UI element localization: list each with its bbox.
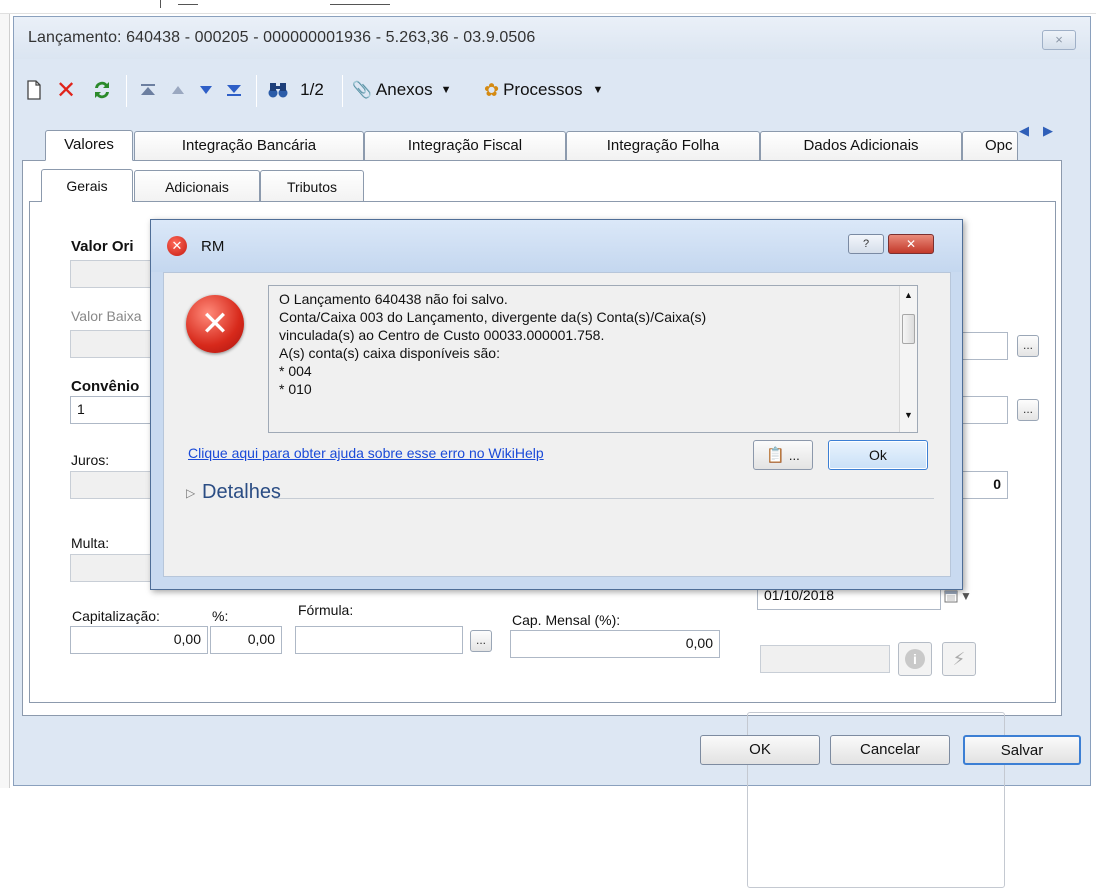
tab-scroll-arrows: ◀ ▶ (1013, 118, 1059, 144)
tab-dados-adicionais[interactable]: Dados Adicionais (760, 131, 962, 161)
record-page-indicator: 1/2 (300, 80, 324, 99)
formula-lookup-button[interactable]: ... (470, 630, 492, 652)
details-expander[interactable]: Detalhes (202, 481, 281, 504)
right-field-2-lookup-button[interactable]: ... (1017, 399, 1039, 421)
capitalizacao-label: Capitalização: (72, 608, 160, 624)
info-icon: i (905, 649, 925, 669)
binoculars-icon[interactable] (266, 77, 290, 103)
percent-field[interactable]: 0,00 (210, 626, 282, 654)
subtab-gerais[interactable]: Gerais (41, 169, 133, 202)
error-dialog: ✕ RM ? ✕ ✕ O Lançamento 640438 não foi s… (150, 219, 963, 590)
convenio-label: Convênio (71, 378, 140, 395)
message-line: vinculada(s) ao Centro de Custo 00033.00… (279, 327, 605, 343)
tab-integracao-bancaria[interactable]: Integração Bancária (134, 131, 364, 161)
valor-original-label: Valor Ori (71, 238, 134, 255)
message-line: A(s) conta(s) caixa disponíveis são: (279, 345, 500, 361)
gear-process-icon: ✿ (484, 79, 500, 100)
expand-arrow-icon[interactable]: ▷ (186, 486, 195, 500)
message-line: * 004 (279, 363, 312, 379)
message-line: Conta/Caixa 003 do Lançamento, divergent… (279, 309, 707, 325)
right-field-1-lookup-button[interactable]: ... (1017, 335, 1039, 357)
cap-mensal-label: Cap. Mensal (%): (512, 612, 621, 628)
formula-label: Fórmula: (298, 602, 354, 618)
scroll-thumb[interactable] (902, 314, 915, 344)
copy-details-button[interactable]: 📋 ... (753, 440, 813, 470)
message-line: O Lançamento 640438 não foi salvo. (279, 291, 508, 307)
scroll-down-icon[interactable]: ▼ (904, 410, 913, 420)
error-icon: ✕ (186, 295, 244, 353)
delete-icon[interactable]: ✕ (54, 77, 78, 104)
window-title: Lançamento: 640438 - 000205 - 0000000019… (28, 29, 536, 46)
chevron-down-icon: ▼ (440, 84, 452, 96)
dialog-titlebar: ✕ RM ? ✕ (151, 220, 962, 272)
tab-integracao-folha[interactable]: Integração Folha (566, 131, 760, 161)
processes-label: Processos (503, 80, 583, 99)
juros-label: Juros: (71, 452, 110, 468)
attachments-label: Anexos (375, 80, 433, 99)
background-edge (0, 0, 10, 788)
window-close-button[interactable]: × (1042, 30, 1076, 50)
cancel-button[interactable]: Cancelar (830, 735, 950, 765)
copy-details-label: ... (788, 447, 800, 463)
save-button[interactable]: Salvar (963, 735, 1081, 765)
wikihelp-link[interactable]: Clique aqui para obter ajuda sobre esse … (188, 445, 544, 461)
multa-label: Multa: (71, 535, 110, 551)
chevron-down-icon: ▼ (960, 589, 972, 603)
details-divider (274, 498, 934, 499)
tab-opcoes[interactable]: Opc (962, 131, 1018, 161)
error-small-icon: ✕ (167, 236, 187, 256)
message-line: * 010 (279, 381, 312, 397)
last-record-icon[interactable] (222, 77, 246, 103)
tab-integracao-fiscal[interactable]: Integração Fiscal (364, 131, 566, 161)
tab-valores[interactable]: Valores (45, 130, 133, 161)
info-button[interactable]: i (898, 642, 932, 676)
percent-label: %: (212, 608, 229, 624)
cap-mensal-field[interactable]: 0,00 (510, 630, 720, 658)
background-window-strip (0, 0, 1096, 14)
dialog-help-button[interactable]: ? (848, 234, 884, 254)
subtab-adicionais[interactable]: Adicionais (134, 170, 260, 202)
previous-record-icon[interactable] (166, 77, 190, 103)
ok-button[interactable]: OK (700, 735, 820, 765)
capitalizacao-field[interactable]: 0,00 (70, 626, 208, 654)
next-record-icon[interactable] (194, 77, 218, 103)
dialog-title: RM (201, 238, 225, 255)
formula-field[interactable] (295, 626, 463, 654)
arrow-left-icon[interactable]: ◀ (1015, 122, 1033, 140)
window-titlebar: Lançamento: 640438 - 000205 - 0000000019… (14, 17, 1090, 59)
clipboard-icon: 📋 (766, 447, 785, 464)
readonly-field[interactable] (760, 645, 890, 673)
new-document-icon[interactable] (22, 77, 46, 103)
valor-baixa-label: Valor Baixa (71, 308, 142, 324)
attachments-menu[interactable]: 📎 Anexos ▼ (352, 77, 472, 103)
message-scrollbar[interactable]: ▲ ▼ (899, 286, 917, 432)
arrow-right-icon[interactable]: ▶ (1039, 122, 1057, 140)
refresh-icon[interactable] (90, 77, 114, 103)
dialog-body: ✕ O Lançamento 640438 não foi salvo. Con… (163, 272, 951, 577)
paperclip-icon: 📎 (352, 82, 372, 99)
toolbar: ✕ 1/2 📎 Anexos ▼ ✿ Processos ▼ (14, 69, 1090, 109)
first-record-icon[interactable] (136, 77, 160, 103)
chevron-down-icon: ▼ (592, 84, 604, 96)
dialog-close-button[interactable]: ✕ (888, 234, 934, 254)
lightning-button[interactable]: ⚡ (942, 642, 976, 676)
dialog-ok-button[interactable]: Ok (828, 440, 928, 470)
lightning-icon: ⚡ (952, 648, 966, 669)
processes-menu[interactable]: ✿ Processos ▼ (484, 77, 644, 103)
scroll-up-icon[interactable]: ▲ (904, 290, 913, 300)
error-message-box: O Lançamento 640438 não foi salvo. Conta… (268, 285, 918, 433)
subtab-tributos[interactable]: Tributos (260, 170, 364, 202)
